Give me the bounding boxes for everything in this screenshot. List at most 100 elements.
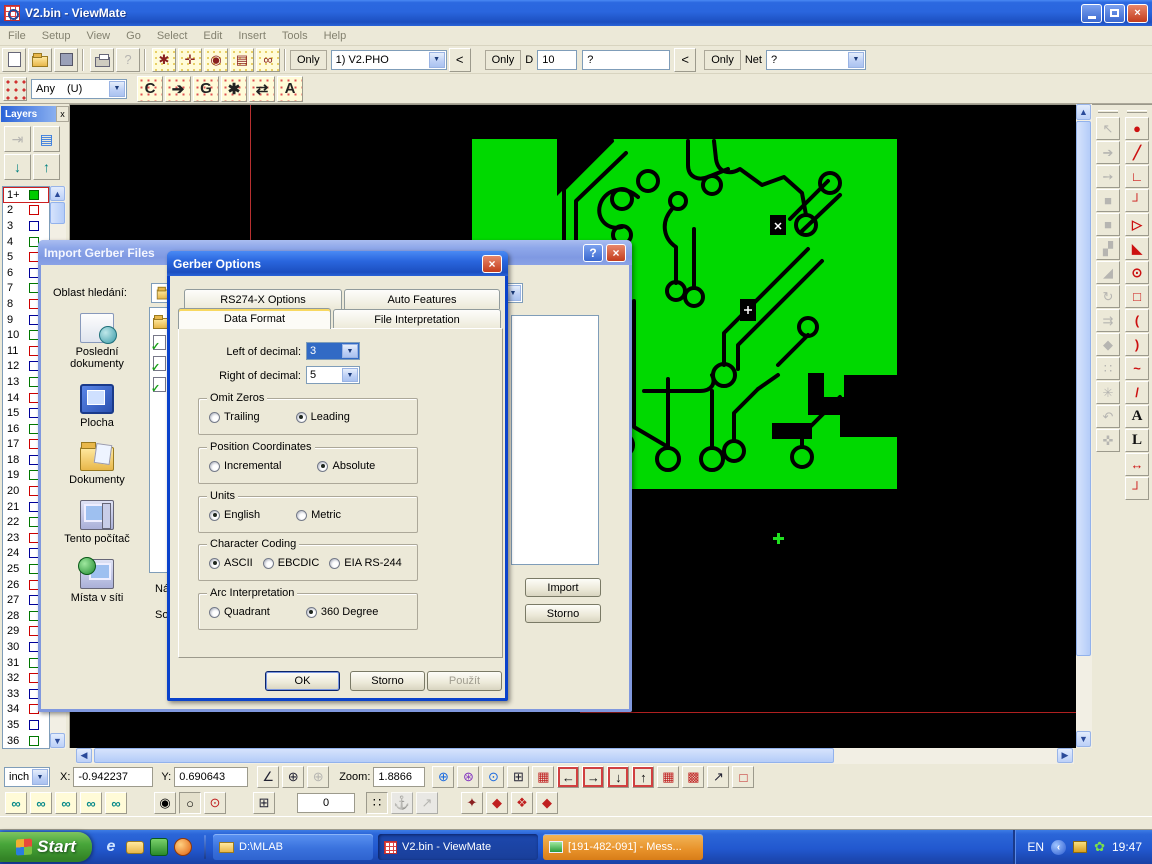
layer-row[interactable]: 3: [3, 218, 49, 234]
highlight-outline-bulb-icon[interactable]: ⊙: [204, 792, 226, 814]
place-recent-documents[interactable]: Poslední dokumenty: [49, 313, 145, 370]
left-decimal-combo[interactable]: 3▼: [306, 342, 360, 360]
layer-colors-icon[interactable]: ▤: [33, 126, 60, 152]
scroll-up-icon[interactable]: ▲: [50, 186, 65, 201]
toolbar-grip[interactable]: [1098, 110, 1118, 113]
scroll-down-icon[interactable]: ▼: [50, 733, 65, 748]
draw-line-icon[interactable]: ╱: [1125, 141, 1149, 164]
dimension-icon[interactable]: ↔: [1125, 453, 1149, 476]
layer-row[interactable]: 35: [3, 717, 49, 733]
tab-rs274x-options[interactable]: RS274-X Options: [184, 289, 342, 309]
draw-triangle-icon[interactable]: ◣: [1125, 237, 1149, 260]
highlight-g-icon[interactable]: G: [193, 76, 219, 102]
draw-pad-icon[interactable]: ●: [1125, 117, 1149, 140]
chevron-down-icon[interactable]: ▼: [32, 769, 48, 785]
menu-select[interactable]: Select: [149, 28, 196, 44]
shear-icon[interactable]: ◢: [1096, 261, 1120, 284]
aperture-target-icon[interactable]: [3, 77, 27, 101]
layer-move-down-icon[interactable]: ↓: [4, 154, 31, 180]
tray-collapse-icon[interactable]: ‹: [1051, 840, 1066, 855]
layers-scroll-thumb[interactable]: [50, 202, 65, 224]
place-my-computer[interactable]: Tento počítač: [49, 500, 145, 545]
vector-snap-icon[interactable]: ↗: [416, 792, 438, 814]
layer-row[interactable]: 1+: [3, 187, 49, 203]
highlight-draw-icon[interactable]: ➔: [165, 76, 191, 102]
units-combo[interactable]: inch▼: [4, 767, 50, 787]
dcode-value-field[interactable]: 10: [537, 50, 577, 70]
firefox-quicklaunch-icon[interactable]: [174, 838, 192, 856]
layer-move-up-icon[interactable]: ↑: [33, 154, 60, 180]
probe-crosshair-icon[interactable]: ⊕: [307, 766, 329, 788]
ok-button[interactable]: OK: [265, 671, 340, 691]
cancel-button[interactable]: Storno: [525, 604, 601, 623]
pan-down-icon[interactable]: ↓: [607, 766, 629, 788]
menu-edit[interactable]: Edit: [195, 28, 230, 44]
radio-absolute[interactable]: Absolute: [317, 460, 375, 472]
select-pointer-icon[interactable]: ↖: [1096, 117, 1120, 140]
place-network[interactable]: Místa v síti: [49, 559, 145, 604]
icq-flower-icon[interactable]: ✿: [1094, 839, 1105, 855]
previous-dcode-button[interactable]: <: [674, 48, 696, 72]
draw-circle-icon[interactable]: ⊙: [1125, 261, 1149, 284]
view-traces-glasses-icon[interactable]: ∞: [80, 792, 102, 814]
context-help-icon[interactable]: ?: [116, 48, 140, 72]
copy-move-icon[interactable]: ➔: [1096, 141, 1120, 164]
start-button[interactable]: Start: [0, 832, 92, 862]
grid-snap-2-icon[interactable]: ▩: [682, 766, 704, 788]
grid-view-icon[interactable]: ⊞: [507, 766, 529, 788]
layer-color-swatch[interactable]: [29, 736, 39, 746]
transform-settings-icon[interactable]: ✳: [1096, 381, 1120, 404]
book-quicklaunch-icon[interactable]: [150, 838, 168, 856]
radio-icon[interactable]: [209, 607, 220, 618]
scroll-right-icon[interactable]: ▶: [1057, 748, 1073, 763]
swap-icon[interactable]: ◆: [1096, 333, 1120, 356]
new-file-icon[interactable]: [2, 48, 26, 72]
stretch-select-icon[interactable]: ↗: [707, 766, 729, 788]
grid-red-icon[interactable]: ▦: [532, 766, 554, 788]
origin-crosshair-icon[interactable]: ⊕: [282, 766, 304, 788]
pad-shape-flash-icon[interactable]: ✦: [461, 792, 483, 814]
highlight-off-bulb-icon[interactable]: ○: [179, 792, 201, 814]
draw-elbow-2-icon[interactable]: ┘: [1125, 477, 1149, 500]
text-tool-icon[interactable]: A: [1125, 405, 1149, 428]
layer-color-swatch[interactable]: [29, 205, 39, 215]
task-messenger[interactable]: [191-482-091] - Mess...: [543, 834, 703, 860]
zoom-grid-icon[interactable]: ⊛: [457, 766, 479, 788]
draw-curve-icon[interactable]: ~: [1125, 357, 1149, 380]
radio-ebcdic[interactable]: EBCDIC: [263, 557, 320, 569]
layer-color-swatch[interactable]: [29, 720, 39, 730]
highlight-c-icon[interactable]: C: [137, 76, 163, 102]
only-dcode-button[interactable]: Only: [485, 50, 522, 70]
view-lines-glasses-icon[interactable]: ∞: [30, 792, 52, 814]
place-desktop[interactable]: Plocha: [49, 384, 145, 429]
radio-icon[interactable]: [209, 510, 220, 521]
menu-setup[interactable]: Setup: [34, 28, 79, 44]
layer-row[interactable]: 2: [3, 203, 49, 219]
only-layer-button[interactable]: Only: [290, 50, 327, 70]
layer-row[interactable]: 36: [3, 733, 49, 749]
anchor-icon[interactable]: ⚓: [391, 792, 413, 814]
radio-incremental[interactable]: Incremental: [209, 460, 281, 472]
grid-snap-icon[interactable]: ▦: [657, 766, 679, 788]
only-net-button[interactable]: Only: [704, 50, 741, 70]
node-edit-icon[interactable]: ✜: [1096, 429, 1120, 452]
aperture-filter-combo[interactable]: Any(U) ▼: [31, 79, 127, 99]
canvas-hscroll-thumb[interactable]: [94, 748, 834, 763]
canvas-vscroll-thumb[interactable]: [1076, 121, 1091, 656]
apply-button[interactable]: Použít: [427, 671, 502, 691]
radio-360-degree[interactable]: 360 Degree: [306, 606, 379, 618]
view-all-glasses-icon[interactable]: ∞: [5, 792, 27, 814]
menu-help[interactable]: Help: [316, 28, 355, 44]
highlight-a-icon[interactable]: A: [277, 76, 303, 102]
radio-icon[interactable]: [209, 558, 220, 569]
flash-film-icon[interactable]: ✱: [152, 48, 176, 72]
net-select-combo[interactable]: ?▼: [766, 50, 866, 70]
chevron-down-icon[interactable]: ▼: [848, 52, 864, 68]
pad-shape-s-icon[interactable]: ❖: [511, 792, 533, 814]
mirror-icon[interactable]: ▞: [1096, 237, 1120, 260]
canvas-hscrollbar[interactable]: ◀ ▶: [0, 748, 1152, 764]
radio-icon[interactable]: [317, 461, 328, 472]
scroll-left-icon[interactable]: ◀: [76, 748, 92, 763]
open-file-icon[interactable]: [28, 48, 52, 72]
radio-icon[interactable]: [296, 412, 307, 423]
